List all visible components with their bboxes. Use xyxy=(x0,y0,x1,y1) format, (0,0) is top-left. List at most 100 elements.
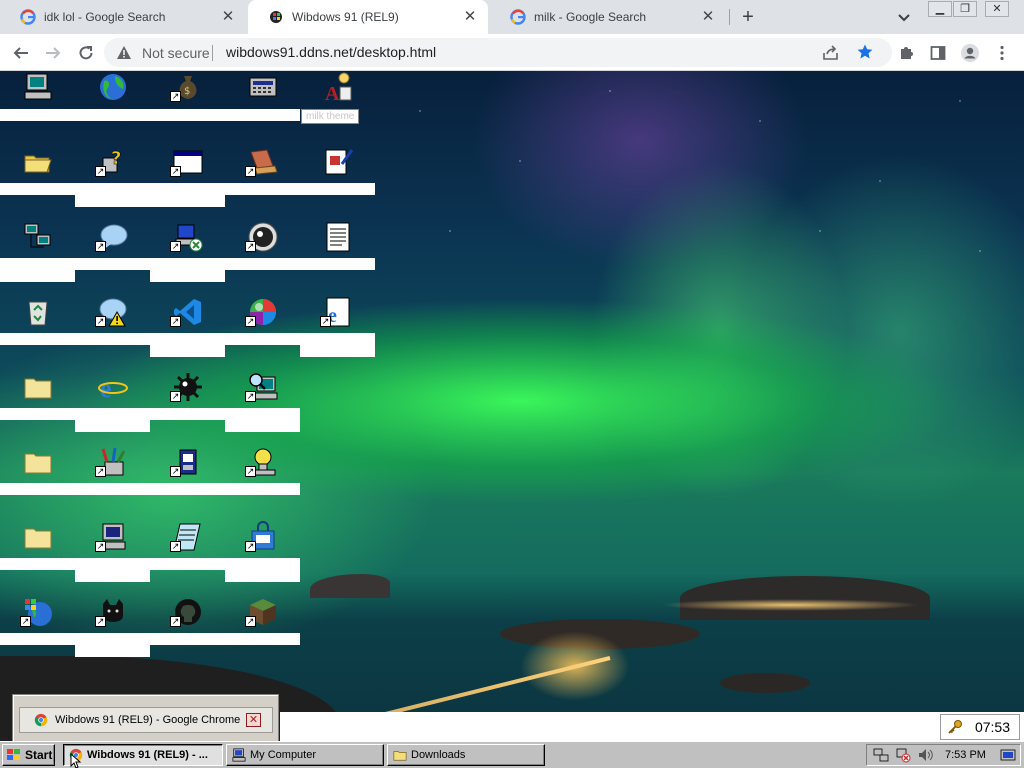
icon-label-strip xyxy=(0,258,375,270)
restore-button[interactable]: ❐ xyxy=(953,1,977,17)
icon-label-strip xyxy=(75,570,150,582)
speaker-icon[interactable] xyxy=(917,747,933,763)
shortcut-arrow-icon: ↗ xyxy=(170,166,181,177)
close-tab-icon[interactable]: ✕ xyxy=(220,9,236,25)
key-icon xyxy=(948,720,962,734)
money-bag-icon[interactable]: $ ↗ xyxy=(170,71,204,103)
chrome-icon xyxy=(34,713,48,727)
shortcut-arrow-icon: ↗ xyxy=(245,391,256,402)
color-wheel-icon[interactable]: ↗ xyxy=(245,296,279,328)
recycle-bin-icon[interactable] xyxy=(22,296,54,328)
preview-window-title: Wibdows 91 (REL9) - Google Chrome xyxy=(55,714,241,726)
minimize-button[interactable]: ▁ xyxy=(928,1,952,17)
icon-label-strip xyxy=(0,483,300,495)
media-disc-icon[interactable]: ↗ xyxy=(245,221,279,253)
cat-icon[interactable]: ↗ xyxy=(95,596,129,628)
store-bag-icon[interactable]: ↗ xyxy=(245,521,279,553)
reload-button[interactable] xyxy=(74,41,98,65)
ie-document-icon[interactable]: e ↗ xyxy=(320,296,354,328)
shortcut-arrow-icon: ↗ xyxy=(95,541,106,552)
clock-widget[interactable]: 07:53 xyxy=(940,714,1020,740)
my-computer-icon[interactable] xyxy=(22,71,54,103)
calculator-icon[interactable] xyxy=(247,71,279,103)
theme-fonts-icon[interactable]: A xyxy=(322,71,354,103)
network-tray-icon[interactable] xyxy=(873,747,889,763)
side-panel-button[interactable] xyxy=(926,41,950,65)
shortcut-arrow-icon: ↗ xyxy=(95,241,106,252)
warning-icon[interactable] xyxy=(116,45,132,60)
close-window-button[interactable]: ✕ xyxy=(985,1,1009,17)
profile-button[interactable] xyxy=(958,41,982,65)
back-button[interactable] xyxy=(9,41,33,65)
folder-icon[interactable] xyxy=(22,446,54,478)
task-button-my-computer[interactable]: My Computer xyxy=(226,744,384,766)
url-text[interactable]: wibdows91.ddns.net/desktop.html xyxy=(226,44,436,60)
tips-lightbulb-icon[interactable]: ↗ xyxy=(245,446,279,478)
chat-bubble-icon[interactable]: ↗ xyxy=(95,221,129,253)
document-edit-icon[interactable] xyxy=(322,146,354,178)
help-question-icon[interactable]: ? ↗ xyxy=(95,146,129,178)
edge-legacy-icon[interactable]: e xyxy=(97,371,129,403)
window-app-icon[interactable]: ↗ xyxy=(170,146,204,178)
extensions-button[interactable] xyxy=(894,41,918,65)
icon-tooltip: milk theme xyxy=(301,109,360,124)
vscode-icon[interactable]: ↗ xyxy=(170,296,204,328)
tab-idk-lol[interactable]: idk lol - Google Search ✕ xyxy=(0,0,246,34)
tab-search-chevron-icon[interactable] xyxy=(894,7,914,27)
tab-wibdows[interactable]: Wibdows 91 (REL9) ✕ xyxy=(248,0,488,34)
show-desktop-icon[interactable] xyxy=(1000,747,1016,763)
disconnect-network-icon[interactable]: ↗ xyxy=(170,221,204,253)
new-tab-button[interactable]: + xyxy=(736,5,760,29)
laptop-icon[interactable]: ↗ xyxy=(245,146,279,178)
start-button[interactable]: Start xyxy=(2,744,55,766)
preview-close-button[interactable]: ✕ xyxy=(246,713,261,727)
shortcut-arrow-icon: ↗ xyxy=(170,391,181,402)
minesweeper-icon[interactable]: ↗ xyxy=(170,371,204,403)
wibdows-logo-icon xyxy=(270,11,282,23)
mouse-cursor-icon xyxy=(70,753,82,768)
address-bar[interactable]: Not secure wibdows91.ddns.net/desktop.ht… xyxy=(104,38,892,67)
wallpaper-island xyxy=(720,673,810,693)
open-folder-icon[interactable] xyxy=(22,146,54,178)
bookmark-star-icon[interactable] xyxy=(856,43,874,61)
preview-window-item[interactable]: Wibdows 91 (REL9) - Google Chrome xyxy=(19,707,273,733)
folder-icon[interactable] xyxy=(22,521,54,553)
text-document-icon[interactable] xyxy=(322,221,354,253)
github-icon[interactable]: ↗ xyxy=(170,596,204,628)
desktop[interactable]: $ ↗ A ? ↗ ↗ ↗ ↗ ↗ ↗ ↗ ↗ ↗ e ↗ e ↗ ↗ ↗ ↗ ↗ ↗… xyxy=(0,71,1024,741)
network-computers-icon[interactable] xyxy=(22,221,54,253)
computer-terminal-icon[interactable]: ↗ xyxy=(95,521,129,553)
disconnected-tray-icon[interactable] xyxy=(895,747,911,763)
notepad-icon[interactable]: ↗ xyxy=(170,521,204,553)
shortcut-arrow-icon: ↗ xyxy=(20,616,31,627)
share-icon[interactable] xyxy=(822,44,839,61)
security-label[interactable]: Not secure xyxy=(142,45,210,61)
close-tab-icon[interactable]: ✕ xyxy=(462,9,478,25)
warning-bubble-icon[interactable]: ↗ xyxy=(95,296,129,328)
shortcut-arrow-icon: ↗ xyxy=(95,316,106,327)
icon-label-strip xyxy=(225,420,300,432)
windows-globe-icon[interactable]: ↗ xyxy=(20,596,54,628)
tray-clock[interactable]: 7:53 PM xyxy=(945,749,986,761)
puzzle-icon xyxy=(900,46,913,59)
minecraft-block-icon[interactable]: ↗ xyxy=(245,596,279,628)
back-arrow-icon xyxy=(13,47,28,59)
internet-globe-icon[interactable] xyxy=(97,71,129,103)
drive-sd-card-icon[interactable]: ↗ xyxy=(170,446,204,478)
task-button-downloads[interactable]: Downloads xyxy=(387,744,545,766)
tab-milk[interactable]: milk - Google Search ✕ xyxy=(490,0,726,34)
shortcut-arrow-icon: ↗ xyxy=(170,616,181,627)
icon-label-strip xyxy=(75,420,150,432)
svg-text:A: A xyxy=(325,83,340,103)
forward-arrow-icon xyxy=(46,47,61,59)
paint-tools-icon[interactable]: ↗ xyxy=(95,446,129,478)
forward-button[interactable] xyxy=(41,41,65,65)
task-button-wibdows[interactable]: Wibdows 91 (REL9) - ... xyxy=(63,744,223,766)
find-computer-icon[interactable]: ↗ xyxy=(245,371,279,403)
close-tab-icon[interactable]: ✕ xyxy=(700,9,716,25)
folder-icon xyxy=(393,751,407,761)
chrome-menu-button[interactable] xyxy=(990,41,1014,65)
folder-icon[interactable] xyxy=(22,371,54,403)
shortcut-arrow-icon: ↗ xyxy=(245,316,256,327)
shortcut-arrow-icon: ↗ xyxy=(170,316,181,327)
